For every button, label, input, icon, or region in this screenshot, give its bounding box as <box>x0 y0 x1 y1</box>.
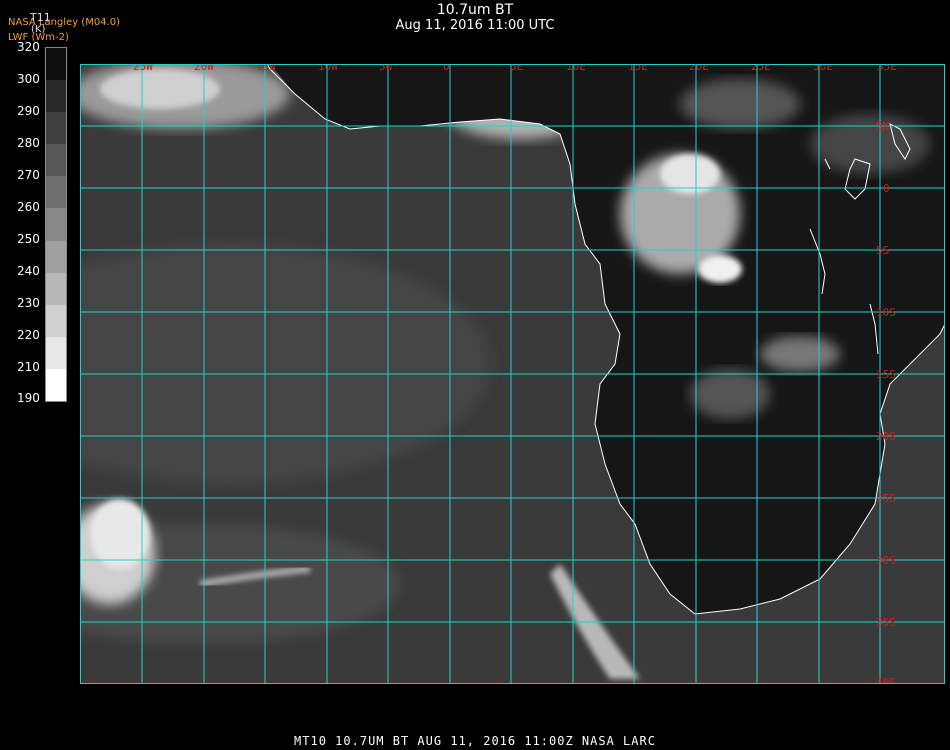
longitude-label: 5W <box>379 64 393 73</box>
longitude-label: 0 <box>443 64 450 73</box>
satellite-image-view: 10.7um BT Aug 11, 2016 11:00 UTC NASA La… <box>0 0 950 750</box>
latitude-label: 5N <box>876 120 889 133</box>
colorbar-tick-label: 210 <box>17 360 40 374</box>
latitude-label: 25S <box>876 492 896 505</box>
latitude-label: 20S <box>876 430 896 443</box>
longitude-label: 35E <box>877 64 897 73</box>
colorbar-tick-label: 230 <box>17 296 40 310</box>
colorbar-tick-label: 220 <box>17 328 40 342</box>
colorbar-tick-label: 300 <box>17 72 40 86</box>
colorbar-tick-label: 290 <box>17 104 40 118</box>
colorbar-tick-label: 270 <box>17 168 40 182</box>
colorbar-segment <box>46 240 66 273</box>
satellite-map[interactable]: 25W 20W 15W 10W 5W 0 5E 10E 15E 20E 25E 30E 35E 5N 0 5S… <box>80 64 945 684</box>
legend-unit: (K) <box>31 24 46 35</box>
colorbar-tick-label: 260 <box>17 200 40 214</box>
colorbar-tick-label: 250 <box>17 232 40 246</box>
longitude-label: 10W <box>318 64 338 73</box>
longitude-label: 30E <box>813 64 833 73</box>
latitude-label: 30S <box>876 554 896 567</box>
colorbar-segment <box>46 144 66 177</box>
colorbar-tick-label: 280 <box>17 136 40 150</box>
latitude-label: 10S <box>876 306 896 319</box>
image-footer: MT10 10.7UM BT AUG 11, 2016 11:00Z NASA … <box>294 734 656 748</box>
latitude-label: 15S <box>876 368 896 381</box>
temperature-colorbar <box>45 47 67 402</box>
colorbar-segment <box>46 80 66 113</box>
latitude-label: 35S <box>876 616 896 629</box>
colorbar-tick-label: 190 <box>17 391 40 405</box>
longitude-label: 25W <box>133 64 153 73</box>
longitude-label: 20E <box>689 64 709 73</box>
colorbar-segment <box>46 304 66 337</box>
latitude-label: 0 <box>883 182 890 195</box>
longitude-label: 15W <box>256 64 276 73</box>
colorbar-segment <box>46 336 66 369</box>
legend-variable: T11 <box>30 11 51 24</box>
colorbar-segment <box>46 272 66 305</box>
product-title: 10.7um BT <box>436 2 514 18</box>
longitude-label: 20W <box>194 64 214 73</box>
colorbar-tick-label: 240 <box>17 264 40 278</box>
colorbar-segment <box>46 48 66 81</box>
data-source: NASA Langley (M04.0) <box>8 17 120 28</box>
longitude-label: 5E <box>510 64 523 73</box>
longitude-label: 10E <box>566 64 586 73</box>
latitude-label: 5S <box>876 244 889 257</box>
colorbar-segment <box>46 176 66 209</box>
image-datetime: Aug 11, 2016 11:00 UTC <box>395 18 555 33</box>
colorbar-segment <box>46 112 66 145</box>
colorbar-segment <box>46 208 66 241</box>
colorbar-tick-label: 320 <box>17 40 40 54</box>
longitude-label: 25E <box>751 64 771 73</box>
latitude-label: 40S <box>876 676 896 684</box>
longitude-label: 15E <box>628 64 648 73</box>
colorbar-segment <box>46 368 66 401</box>
